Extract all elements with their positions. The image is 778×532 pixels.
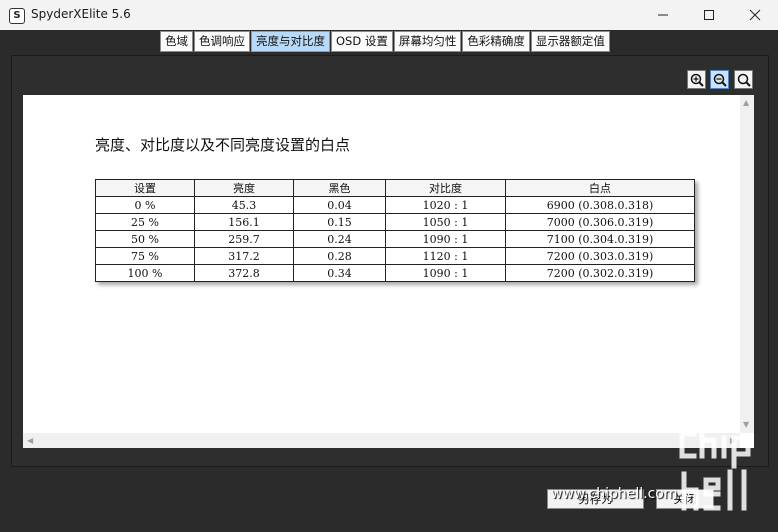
horizontal-scrollbar[interactable]: ◀ ▶ <box>23 433 740 448</box>
cell-brightness: 259.7 <box>194 230 294 248</box>
zoom-fit-icon <box>737 73 751 87</box>
cell-white-point: 7200 (0.303.0.319) <box>505 247 695 265</box>
cell-contrast: 1120 : 1 <box>385 247 506 265</box>
tab-bar: 色域 色调响应 亮度与对比度 OSD 设置 屏幕均匀性 色彩精确度 显示器额定值 <box>160 31 611 52</box>
column-header-brightness: 亮度 <box>194 179 294 197</box>
table-row: 75 % 317.2 0.28 1120 : 1 7200 (0.303.0.3… <box>95 247 695 265</box>
brightness-contrast-table: 设置 亮度 黑色 对比度 白点 0 % 45.3 0.04 1020 : 1 6… <box>95 179 695 282</box>
cell-black: 0.24 <box>293 230 386 248</box>
tab-brightness-contrast[interactable]: 亮度与对比度 <box>251 31 330 52</box>
cell-setting: 100 % <box>95 264 195 282</box>
cell-white-point: 7000 (0.306.0.319) <box>505 213 695 231</box>
table-row: 100 % 372.8 0.34 1090 : 1 7200 (0.302.0.… <box>95 264 695 282</box>
close-icon <box>749 9 761 21</box>
minimize-button[interactable] <box>640 0 686 30</box>
maximize-button[interactable] <box>686 0 732 30</box>
tab-tone-response[interactable]: 色调响应 <box>194 31 250 52</box>
zoom-fit-button[interactable] <box>734 70 753 89</box>
table-row: 50 % 259.7 0.24 1090 : 1 7100 (0.304.0.3… <box>95 230 695 248</box>
zoom-in-icon <box>690 73 704 87</box>
cell-setting: 0 % <box>95 196 195 214</box>
cell-white-point: 6900 (0.308.0.318) <box>505 196 695 214</box>
column-header-contrast: 对比度 <box>385 179 506 197</box>
scroll-up-icon[interactable]: ▲ <box>743 99 749 107</box>
scroll-left-icon[interactable]: ◀ <box>27 437 33 445</box>
zoom-out-button[interactable] <box>710 70 729 89</box>
cell-brightness: 156.1 <box>194 213 294 231</box>
cell-black: 0.34 <box>293 264 386 282</box>
cell-brightness: 317.2 <box>194 247 294 265</box>
chiphell-logo-icon <box>679 421 751 511</box>
cell-black: 0.28 <box>293 247 386 265</box>
column-header-black: 黑色 <box>293 179 386 197</box>
cell-contrast: 1050 : 1 <box>385 213 506 231</box>
window-title: SpyderXElite 5.6 <box>31 7 131 21</box>
cell-contrast: 1090 : 1 <box>385 230 506 248</box>
cell-black: 0.15 <box>293 213 386 231</box>
tab-color-gamut[interactable]: 色域 <box>160 31 193 52</box>
maximize-icon <box>704 10 714 20</box>
cell-contrast: 1090 : 1 <box>385 264 506 282</box>
cell-white-point: 7100 (0.304.0.319) <box>505 230 695 248</box>
cell-contrast: 1020 : 1 <box>385 196 506 214</box>
table-row: 0 % 45.3 0.04 1020 : 1 6900 (0.308.0.318… <box>95 196 695 214</box>
report-viewer: 亮度、对比度以及不同亮度设置的白点 设置 亮度 黑色 对比度 白点 0 % 45… <box>23 95 754 448</box>
report-title: 亮度、对比度以及不同亮度设置的白点 <box>95 136 351 154</box>
table-header-row: 设置 亮度 黑色 对比度 白点 <box>95 179 695 197</box>
zoom-in-button[interactable] <box>687 70 706 89</box>
cell-white-point: 7200 (0.302.0.319) <box>505 264 695 282</box>
watermark-url: www.chiphell.com <box>551 486 678 502</box>
column-header-setting: 设置 <box>95 179 195 197</box>
title-bar: S SpyderXElite 5.6 <box>0 0 778 30</box>
tab-screen-uniformity[interactable]: 屏幕均匀性 <box>393 31 462 52</box>
column-header-white-point: 白点 <box>505 179 695 197</box>
tab-color-accuracy[interactable]: 色彩精确度 <box>462 31 530 52</box>
zoom-out-icon <box>713 73 727 87</box>
close-window-button[interactable] <box>732 0 778 30</box>
vertical-scrollbar[interactable]: ▲ ▼ <box>740 95 754 433</box>
tab-osd-settings[interactable]: OSD 设置 <box>331 31 393 52</box>
cell-setting: 50 % <box>95 230 195 248</box>
cell-black: 0.04 <box>293 196 386 214</box>
cell-brightness: 372.8 <box>194 264 294 282</box>
cell-setting: 25 % <box>95 213 195 231</box>
app-icon: S <box>9 8 25 24</box>
cell-brightness: 45.3 <box>194 196 294 214</box>
minimize-icon <box>658 14 668 16</box>
tab-display-rating[interactable]: 显示器额定值 <box>530 31 610 52</box>
table-row: 25 % 156.1 0.15 1050 : 1 7000 (0.306.0.3… <box>95 213 695 231</box>
cell-setting: 75 % <box>95 247 195 265</box>
